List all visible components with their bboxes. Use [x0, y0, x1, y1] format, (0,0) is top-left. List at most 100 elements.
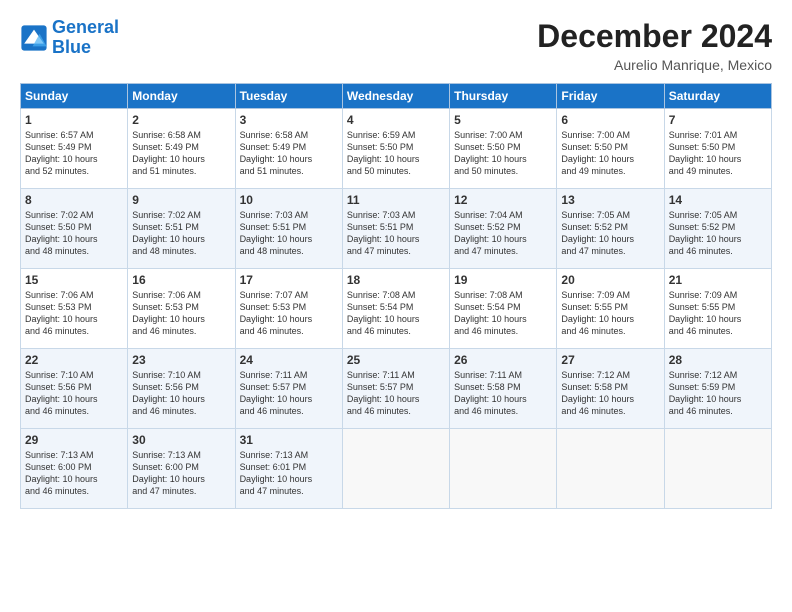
table-cell	[664, 429, 771, 509]
day-number: 12	[454, 193, 552, 207]
table-cell: 26 Sunrise: 7:11 AMSunset: 5:58 PMDayligh…	[450, 349, 557, 429]
cell-info: Sunrise: 7:13 AMSunset: 6:01 PMDaylight:…	[240, 449, 338, 498]
table-cell: 18Sunrise: 7:08 AMSunset: 5:54 PMDayligh…	[342, 269, 449, 349]
day-number: 22	[25, 353, 123, 367]
table-cell	[450, 429, 557, 509]
cell-info: Sunrise: 7:06 AMSunset: 5:53 PMDaylight:…	[132, 289, 230, 338]
table-cell: 5 Sunrise: 7:00 AMSunset: 5:50 PMDaylight…	[450, 109, 557, 189]
cell-info: Sunrise: 7:11 AMSunset: 5:57 PMDaylight:…	[240, 369, 338, 418]
day-number: 17	[240, 273, 338, 287]
cell-info: Sunrise: 7:11 AMSunset: 5:57 PMDaylight:…	[347, 369, 445, 418]
day-number: 2	[132, 113, 230, 127]
table-cell	[342, 429, 449, 509]
day-number: 7	[669, 113, 767, 127]
week-row-3: 15 Sunrise: 7:06 AMSunset: 5:53 PMDayligh…	[21, 269, 772, 349]
header: General Blue December 2024 Aurelio Manri…	[20, 18, 772, 73]
cell-info: Sunrise: 7:12 AMSunset: 5:59 PMDaylight:…	[669, 369, 767, 418]
cell-info: Sunrise: 7:07 AMSunset: 5:53 PMDaylight:…	[240, 289, 338, 338]
cell-info: Sunrise: 7:10 AMSunset: 5:56 PMDaylight:…	[132, 369, 230, 418]
table-cell: 17 Sunrise: 7:07 AMSunset: 5:53 PMDayligh…	[235, 269, 342, 349]
table-cell: 16Sunrise: 7:06 AMSunset: 5:53 PMDayligh…	[128, 269, 235, 349]
day-number: 4	[347, 113, 445, 127]
table-cell: 28 Sunrise: 7:12 AMSunset: 5:59 PMDayligh…	[664, 349, 771, 429]
cell-info: Sunrise: 7:03 AMSunset: 5:51 PMDaylight:…	[347, 209, 445, 258]
day-number: 1	[25, 113, 123, 127]
cell-info: Sunrise: 7:11 AMSunset: 5:58 PMDaylight:…	[454, 369, 552, 418]
cell-info: Sunrise: 7:05 AMSunset: 5:52 PMDaylight:…	[669, 209, 767, 258]
week-row-4: 22 Sunrise: 7:10 AMSunset: 5:56 PMDayligh…	[21, 349, 772, 429]
day-number: 15	[25, 273, 123, 287]
cell-info: Sunrise: 7:06 AMSunset: 5:53 PMDaylight:…	[25, 289, 123, 338]
col-friday: Friday	[557, 84, 664, 109]
day-number: 29	[25, 433, 123, 447]
cell-info: Sunrise: 6:59 AMSunset: 5:50 PMDaylight:…	[347, 129, 445, 178]
table-cell: 4 Sunrise: 6:59 AMSunset: 5:50 PMDaylight…	[342, 109, 449, 189]
cell-info: Sunrise: 7:08 AMSunset: 5:54 PMDaylight:…	[347, 289, 445, 338]
day-number: 5	[454, 113, 552, 127]
title-block: December 2024 Aurelio Manrique, Mexico	[537, 18, 772, 73]
day-number: 26	[454, 353, 552, 367]
day-number: 28	[669, 353, 767, 367]
calendar-header-row: Sunday Monday Tuesday Wednesday Thursday…	[21, 84, 772, 109]
table-cell: 6 Sunrise: 7:00 AMSunset: 5:50 PMDaylight…	[557, 109, 664, 189]
logo: General Blue	[20, 18, 119, 58]
cell-info: Sunrise: 7:02 AMSunset: 5:51 PMDaylight:…	[132, 209, 230, 258]
cell-info: Sunrise: 7:04 AMSunset: 5:52 PMDaylight:…	[454, 209, 552, 258]
cell-info: Sunrise: 6:58 AMSunset: 5:49 PMDaylight:…	[240, 129, 338, 178]
cell-info: Sunrise: 7:09 AMSunset: 5:55 PMDaylight:…	[561, 289, 659, 338]
cell-info: Sunrise: 7:13 AMSunset: 6:00 PMDaylight:…	[132, 449, 230, 498]
day-number: 8	[25, 193, 123, 207]
logo-text: General Blue	[52, 18, 119, 58]
day-number: 24	[240, 353, 338, 367]
cell-info: Sunrise: 7:09 AMSunset: 5:55 PMDaylight:…	[669, 289, 767, 338]
day-number: 23	[132, 353, 230, 367]
col-saturday: Saturday	[664, 84, 771, 109]
location: Aurelio Manrique, Mexico	[537, 57, 772, 73]
cell-info: Sunrise: 7:03 AMSunset: 5:51 PMDaylight:…	[240, 209, 338, 258]
col-sunday: Sunday	[21, 84, 128, 109]
cell-info: Sunrise: 7:02 AMSunset: 5:50 PMDaylight:…	[25, 209, 123, 258]
day-number: 27	[561, 353, 659, 367]
table-cell: 1Sunrise: 6:57 AMSunset: 5:49 PMDaylight…	[21, 109, 128, 189]
cell-info: Sunrise: 7:00 AMSunset: 5:50 PMDaylight:…	[454, 129, 552, 178]
table-cell: 30Sunrise: 7:13 AMSunset: 6:00 PMDayligh…	[128, 429, 235, 509]
table-cell: 20 Sunrise: 7:09 AMSunset: 5:55 PMDayligh…	[557, 269, 664, 349]
col-wednesday: Wednesday	[342, 84, 449, 109]
day-number: 9	[132, 193, 230, 207]
table-cell: 12 Sunrise: 7:04 AMSunset: 5:52 PMDayligh…	[450, 189, 557, 269]
table-cell: 27 Sunrise: 7:12 AMSunset: 5:58 PMDayligh…	[557, 349, 664, 429]
table-cell: 9 Sunrise: 7:02 AMSunset: 5:51 PMDaylight…	[128, 189, 235, 269]
day-number: 21	[669, 273, 767, 287]
col-monday: Monday	[128, 84, 235, 109]
cell-info: Sunrise: 7:01 AMSunset: 5:50 PMDaylight:…	[669, 129, 767, 178]
logo-general: General	[52, 17, 119, 37]
table-cell: 15 Sunrise: 7:06 AMSunset: 5:53 PMDayligh…	[21, 269, 128, 349]
table-cell: 3Sunrise: 6:58 AMSunset: 5:49 PMDaylight…	[235, 109, 342, 189]
table-cell: 21 Sunrise: 7:09 AMSunset: 5:55 PMDayligh…	[664, 269, 771, 349]
table-cell: 29Sunrise: 7:13 AMSunset: 6:00 PMDayligh…	[21, 429, 128, 509]
cell-info: Sunrise: 7:12 AMSunset: 5:58 PMDaylight:…	[561, 369, 659, 418]
table-cell: 2 Sunrise: 6:58 AMSunset: 5:49 PMDaylight…	[128, 109, 235, 189]
table-cell: 19 Sunrise: 7:08 AMSunset: 5:54 PMDayligh…	[450, 269, 557, 349]
logo-blue: Blue	[52, 37, 91, 57]
cell-info: Sunrise: 7:08 AMSunset: 5:54 PMDaylight:…	[454, 289, 552, 338]
logo-icon	[20, 24, 48, 52]
table-cell: 10 Sunrise: 7:03 AMSunset: 5:51 PMDayligh…	[235, 189, 342, 269]
week-row-5: 29 Sunrise: 7:13 AMSunset: 6:00 PMDayligh…	[21, 429, 772, 509]
table-cell: 7 Sunrise: 7:01 AMSunset: 5:50 PMDaylight…	[664, 109, 771, 189]
day-number: 14	[669, 193, 767, 207]
day-number: 10	[240, 193, 338, 207]
cell-info: Sunrise: 7:10 AMSunset: 5:56 PMDaylight:…	[25, 369, 123, 418]
day-number: 20	[561, 273, 659, 287]
col-thursday: Thursday	[450, 84, 557, 109]
cell-info: Sunrise: 7:05 AMSunset: 5:52 PMDaylight:…	[561, 209, 659, 258]
table-cell: 25 Sunrise: 7:11 AMSunset: 5:57 PMDayligh…	[342, 349, 449, 429]
day-number: 13	[561, 193, 659, 207]
cell-info: Sunrise: 7:00 AMSunset: 5:50 PMDaylight:…	[561, 129, 659, 178]
cell-info: Sunrise: 6:58 AMSunset: 5:49 PMDaylight:…	[132, 129, 230, 178]
day-number: 19	[454, 273, 552, 287]
month-title: December 2024	[537, 18, 772, 55]
table-cell: 22 Sunrise: 7:10 AMSunset: 5:56 PMDayligh…	[21, 349, 128, 429]
day-number: 25	[347, 353, 445, 367]
day-number: 6	[561, 113, 659, 127]
